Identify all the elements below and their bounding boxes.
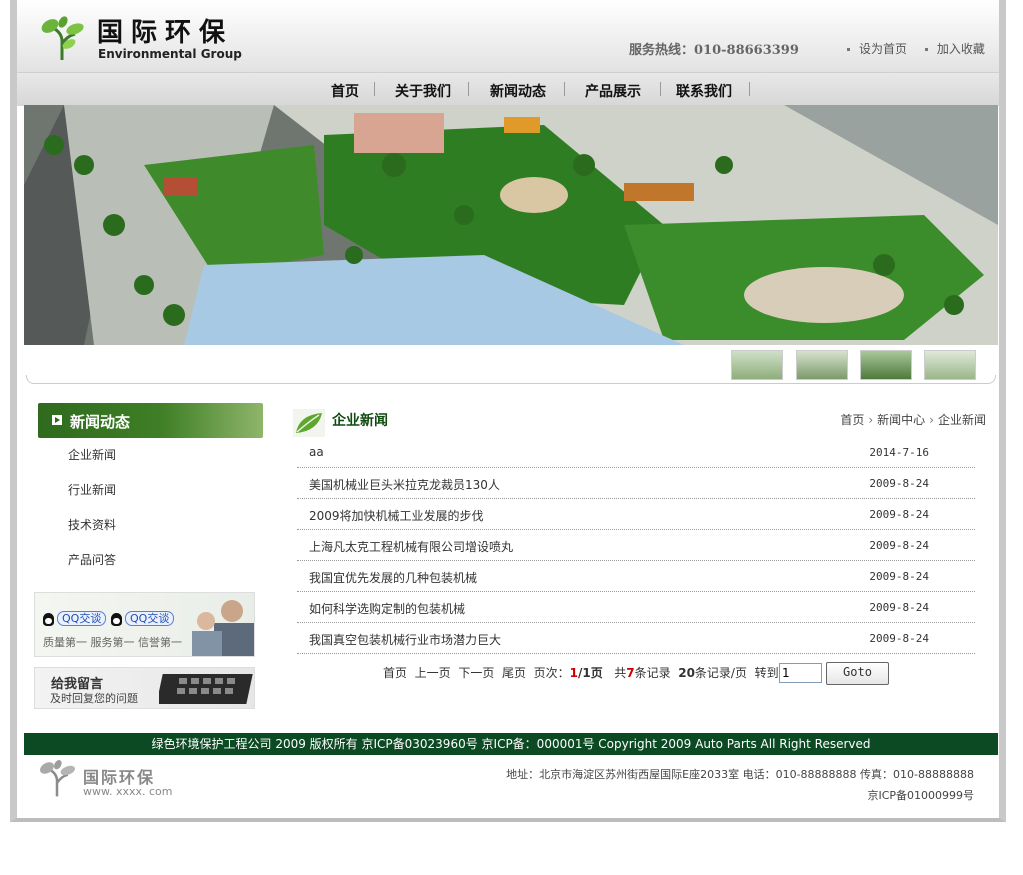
tree-logo-icon <box>41 16 84 60</box>
breadcrumb: 首页 › 新闻中心 › 企业新闻 <box>840 411 986 428</box>
news-row: 如何科学选购定制的包装机械 2009-8-24 <box>297 591 975 623</box>
arrow-icon <box>52 415 62 425</box>
news-title-link[interactable]: 我国宜优先发展的几种包装机械 <box>309 569 477 586</box>
page-container: 国际环保 Environmental Group 服务热线：010-886633… <box>10 0 1006 822</box>
pager-current-page: 1 <box>569 666 578 680</box>
keyboard-image <box>159 674 253 704</box>
nav-divider <box>564 82 565 96</box>
pager-first[interactable]: 首页 <box>383 666 407 680</box>
news-row: 2009将加快机械工业发展的步伐 2009-8-24 <box>297 498 975 530</box>
banner-image <box>24 105 998 345</box>
pager-total-suffix: 条记录 <box>634 666 671 680</box>
news-title-link[interactable]: 我国真空包装机械行业市场潜力巨大 <box>309 631 501 648</box>
news-row: 美国机械业巨头米拉克龙裁员130人 2009-8-24 <box>297 467 975 499</box>
news-date: 2009-8-24 <box>869 570 929 583</box>
news-title-link[interactable]: 如何科学选购定制的包装机械 <box>309 600 465 617</box>
news-date: 2009-8-24 <box>869 508 929 521</box>
set-home-link[interactable]: 设为首页 <box>859 42 907 56</box>
pager-per-page-suffix: 条记录/页 <box>694 666 747 680</box>
breadcrumb-company-news[interactable]: 企业新闻 <box>938 413 986 427</box>
nav-divider <box>374 82 375 96</box>
qq-slogan: 质量第一 服务第一 信誉第一 <box>43 636 182 649</box>
news-title-link[interactable]: 上海凡太克工程机械有限公司增设喷丸 <box>309 538 513 555</box>
content-title: 企业新闻 <box>332 413 388 429</box>
sidebar-item-industry-news[interactable]: 行业新闻 <box>68 481 116 498</box>
bullet-icon <box>924 48 928 51</box>
leaf-icon <box>293 409 325 437</box>
top-links: 设为首页 加入收藏 <box>847 40 985 57</box>
qq-contact-box: QQ交谈 QQ交谈 质量第一 服务第一 信誉第一 <box>34 592 255 657</box>
logo-title: 国际环保 <box>97 18 234 48</box>
logo-subtitle: Environmental Group <box>98 47 242 61</box>
pager-total-prefix: 共 <box>614 666 627 680</box>
nav-divider <box>660 82 661 96</box>
nav-products[interactable]: 产品展示 <box>585 81 641 101</box>
qq-chat-button[interactable]: QQ交谈 <box>111 611 175 626</box>
nav-divider <box>749 82 750 96</box>
tree-logo-icon <box>40 760 76 797</box>
footer-icp: 京ICP备01000999号 <box>867 789 974 802</box>
sidebar-item-product-qa[interactable]: 产品问答 <box>68 551 116 568</box>
nav-news[interactable]: 新闻动态 <box>490 81 546 101</box>
news-date: 2009-8-24 <box>869 632 929 645</box>
pager-last[interactable]: 尾页 <box>502 666 526 680</box>
sidebar-title: 新闻动态 <box>38 403 263 438</box>
chevron-right-icon: › <box>868 413 874 427</box>
nav-home[interactable]: 首页 <box>331 81 359 101</box>
news-title-link[interactable]: 美国机械业巨头米拉克龙裁员130人 <box>309 476 500 493</box>
leave-message-box[interactable]: 给我留言 及时回复您的问题 <box>34 667 255 709</box>
news-date: 2014-7-16 <box>869 446 929 459</box>
header: 国际环保 Environmental Group 服务热线：010-886633… <box>17 0 999 72</box>
nav-divider <box>468 82 469 96</box>
qq-penguin-icon <box>111 612 122 626</box>
breadcrumb-home[interactable]: 首页 <box>840 413 864 427</box>
sidebar-item-company-news[interactable]: 企业新闻 <box>68 446 116 463</box>
footer-copyright: 绿色环境保护工程公司 2009 版权所有 京ICP备03023960号 京ICP… <box>24 733 998 755</box>
main-nav: 首页 关于我们 新闻动态 产品展示 联系我们 <box>17 72 999 106</box>
news-date: 2009-8-24 <box>869 539 929 552</box>
hotline: 服务热线：010-88663399 <box>629 43 799 58</box>
qq-penguin-icon <box>43 612 54 626</box>
news-date: 2009-8-24 <box>869 477 929 490</box>
breadcrumb-news-center[interactable]: 新闻中心 <box>877 413 925 427</box>
nav-about[interactable]: 关于我们 <box>395 81 451 101</box>
chevron-right-icon: › <box>929 413 934 427</box>
add-favorite-link[interactable]: 加入收藏 <box>937 42 985 56</box>
pager-next[interactable]: 下一页 <box>458 666 494 680</box>
support-staff-image <box>192 600 254 656</box>
nav-contact[interactable]: 联系我们 <box>676 81 732 101</box>
news-row: 我国宜优先发展的几种包装机械 2009-8-24 <box>297 560 975 592</box>
pager-total-records: 7 <box>626 666 635 680</box>
news-date: 2009-8-24 <box>869 601 929 614</box>
qq-chat-button[interactable]: QQ交谈 <box>43 611 107 626</box>
pager-page-label: 页次： <box>533 666 570 680</box>
footer-address: 地址：北京市海淀区苏州街西屋国际E座2033室 电话：010-88888888 … <box>506 768 974 781</box>
bullet-icon <box>847 48 850 51</box>
news-title-link[interactable]: aa <box>309 445 324 459</box>
leave-message-subtitle: 及时回复您的问题 <box>50 692 138 705</box>
pagination: 首页 上一页 下一页 尾页 页次：1/1页 共7条记录 20条记录/页 转到： <box>383 664 791 681</box>
news-row: 上海凡太克工程机械有限公司增设喷丸 2009-8-24 <box>297 529 975 561</box>
goto-button[interactable]: Goto <box>826 662 889 685</box>
banner-frame <box>26 375 996 384</box>
footer-logo-url: www. xxxx. com <box>83 785 173 798</box>
news-row: 我国真空包装机械行业市场潜力巨大 2009-8-24 <box>297 622 975 654</box>
news-row: aa 2014-7-16 <box>297 436 975 468</box>
sidebar-title-text: 新闻动态 <box>70 413 131 431</box>
sidebar-item-tech-docs[interactable]: 技术资料 <box>68 516 116 533</box>
pager-total-pages: /1页 <box>578 666 603 680</box>
pager-prev[interactable]: 上一页 <box>415 666 451 680</box>
pager-per-page: 20 <box>678 666 695 680</box>
news-title-link[interactable]: 2009将加快机械工业发展的步伐 <box>309 507 484 524</box>
page-jump-input[interactable] <box>779 663 822 683</box>
